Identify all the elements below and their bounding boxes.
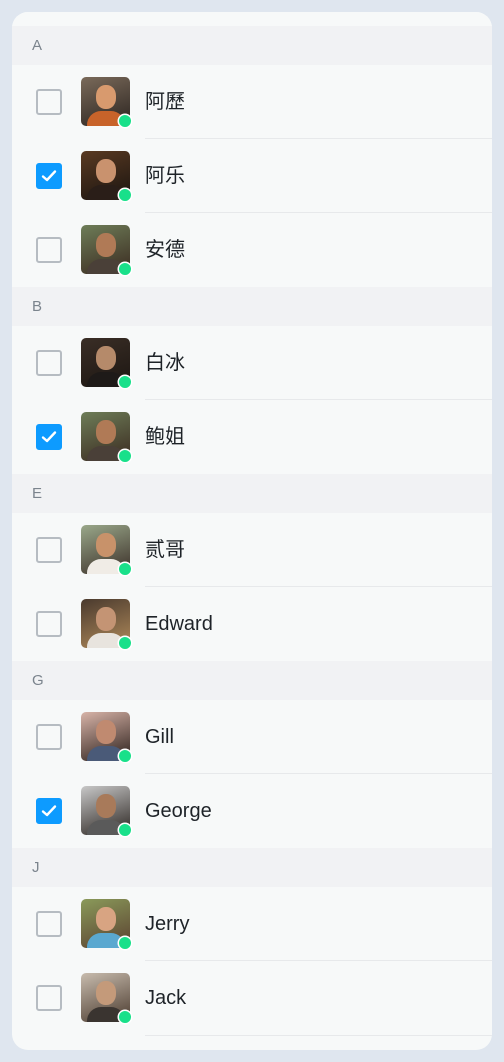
online-status-icon <box>119 637 131 649</box>
contact-name: Edward <box>145 613 213 635</box>
checkmark-icon <box>41 170 57 182</box>
online-status-icon <box>119 189 131 201</box>
contact-name: Gill <box>145 726 174 748</box>
online-status-icon <box>119 563 131 575</box>
section-header-j: J <box>12 848 492 887</box>
section-header-a: A <box>12 26 492 65</box>
avatar-face <box>96 720 116 744</box>
avatar-face <box>96 981 116 1005</box>
avatar-face <box>96 233 116 257</box>
contact-name: 阿歷 <box>145 91 185 113</box>
online-status-icon <box>119 750 131 762</box>
checkmark-icon <box>41 805 57 817</box>
contact-list-panel: A 阿歷阿乐安德 B 白冰鲍姐 E 贰哥 Edward G Gill George J Jerry Ja… <box>12 12 492 1050</box>
select-checkbox[interactable] <box>36 350 62 376</box>
select-checkbox[interactable] <box>36 911 62 937</box>
select-checkbox[interactable] <box>36 424 62 450</box>
contact-name: George <box>145 800 212 822</box>
online-status-icon <box>119 1011 131 1023</box>
select-checkbox[interactable] <box>36 237 62 263</box>
contact-row[interactable]: Edward <box>12 587 492 661</box>
contact-name: 鲍姐 <box>145 426 185 448</box>
avatar-face <box>96 607 116 631</box>
contact-row[interactable]: George <box>12 774 492 848</box>
contact-name: Jack <box>145 987 187 1009</box>
divider <box>145 1035 492 1036</box>
contact-name: 白冰 <box>145 352 185 374</box>
select-checkbox[interactable] <box>36 89 62 115</box>
avatar-face <box>96 794 116 818</box>
select-checkbox[interactable] <box>36 724 62 750</box>
contact-row[interactable]: Gill <box>12 700 492 774</box>
contact-name: Jerry <box>145 913 190 935</box>
contact-name: 贰哥 <box>145 539 185 561</box>
avatar-face <box>96 907 116 931</box>
online-status-icon <box>119 115 131 127</box>
select-checkbox[interactable] <box>36 163 62 189</box>
contact-row[interactable]: Jack <box>12 961 492 1035</box>
device-frame: A 阿歷阿乐安德 B 白冰鲍姐 E 贰哥 Edward G Gill George J Jerry Ja… <box>0 0 504 1062</box>
avatar-face <box>96 533 116 557</box>
select-checkbox[interactable] <box>36 537 62 563</box>
section-header-b: B <box>12 287 492 326</box>
avatar-face <box>96 159 116 183</box>
section-header-g: G <box>12 661 492 700</box>
contact-row[interactable]: 鲍姐 <box>12 400 492 474</box>
online-status-icon <box>119 824 131 836</box>
contact-row[interactable]: 贰哥 <box>12 513 492 587</box>
online-status-icon <box>119 450 131 462</box>
contact-name: 阿乐 <box>145 165 185 187</box>
contact-row[interactable]: 阿歷 <box>12 65 492 139</box>
avatar-face <box>96 85 116 109</box>
contact-name: 安德 <box>145 239 185 261</box>
contact-row[interactable]: 安德 <box>12 213 492 287</box>
contact-row[interactable]: Jerry <box>12 887 492 961</box>
contact-list: A 阿歷阿乐安德 B 白冰鲍姐 E 贰哥 Edward G Gill George J Jerry Ja… <box>12 26 492 1035</box>
checkmark-icon <box>41 431 57 443</box>
select-checkbox[interactable] <box>36 985 62 1011</box>
select-checkbox[interactable] <box>36 611 62 637</box>
contact-row[interactable]: 白冰 <box>12 326 492 400</box>
contact-row[interactable]: 阿乐 <box>12 139 492 213</box>
avatar-face <box>96 346 116 370</box>
online-status-icon <box>119 376 131 388</box>
online-status-icon <box>119 937 131 949</box>
select-checkbox[interactable] <box>36 798 62 824</box>
avatar-face <box>96 420 116 444</box>
section-header-e: E <box>12 474 492 513</box>
online-status-icon <box>119 263 131 275</box>
